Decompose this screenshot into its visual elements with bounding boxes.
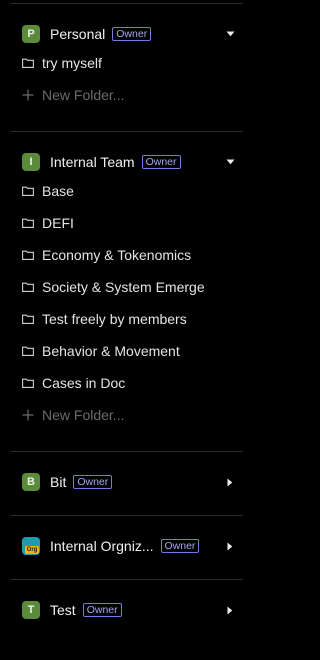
folder-label: Behavior & Movement — [42, 343, 180, 359]
folder-item[interactable]: Economy & Tokenomics — [0, 239, 263, 271]
plus-icon — [22, 89, 34, 101]
workspace-name: Internal Orgniz... — [50, 538, 154, 554]
caret-right-icon[interactable] — [225, 605, 235, 615]
org-tag: Org — [25, 546, 39, 554]
folder-item[interactable]: Society & System Emerge — [0, 271, 263, 303]
section-divider — [10, 451, 243, 452]
folder-icon — [22, 58, 34, 68]
folder-icon — [22, 346, 34, 356]
folder-icon — [22, 378, 34, 388]
plus-icon — [22, 409, 34, 421]
new-folder-label: New Folder... — [42, 87, 125, 103]
new-folder-button[interactable]: New Folder... — [0, 399, 263, 431]
workspace-header-bit[interactable]: B Bit Owner — [0, 469, 263, 495]
workspace-avatar: P — [22, 25, 40, 43]
folder-icon — [22, 282, 34, 292]
folder-item[interactable]: Base — [0, 175, 263, 207]
owner-badge: Owner — [73, 475, 113, 489]
section-divider — [10, 131, 243, 132]
workspace-header-test[interactable]: T Test Owner — [0, 597, 263, 623]
workspace-internal-team: I Internal Team Owner Base DEFI Economy … — [0, 149, 263, 431]
workspace-avatar: T — [22, 601, 40, 619]
folder-label: Test freely by members — [42, 311, 187, 327]
owner-badge: Owner — [160, 539, 200, 553]
folder-label: Cases in Doc — [42, 375, 126, 391]
org-logo-icon: Org — [22, 537, 40, 555]
workspace-bit: B Bit Owner — [0, 469, 263, 495]
section-divider — [10, 515, 243, 516]
folder-label: try myself — [42, 55, 102, 71]
folder-label: Economy & Tokenomics — [42, 247, 192, 263]
section-divider — [10, 579, 243, 580]
workspace-personal: P Personal Owner try myself New Folder..… — [0, 21, 263, 111]
workspace-avatar: B — [22, 473, 40, 491]
folder-item[interactable]: try myself — [0, 47, 263, 79]
workspace-avatar: I — [22, 153, 40, 171]
folder-icon — [22, 186, 34, 196]
folder-item[interactable]: Test freely by members — [0, 303, 263, 335]
folder-icon — [22, 314, 34, 324]
owner-badge: Owner — [82, 603, 122, 617]
workspace-name: Bit — [50, 474, 67, 490]
folder-icon — [22, 250, 34, 260]
owner-badge: Owner — [141, 155, 181, 169]
caret-right-icon[interactable] — [225, 477, 235, 487]
caret-down-icon[interactable] — [225, 29, 235, 39]
workspace-name: Internal Team — [50, 154, 135, 170]
workspace-header-internal-team[interactable]: I Internal Team Owner — [0, 149, 263, 175]
workspace-name: Personal — [50, 26, 106, 42]
new-folder-button[interactable]: New Folder... — [0, 79, 263, 111]
workspace-name: Test — [50, 602, 76, 618]
workspace-header-internal-organization[interactable]: Org Internal Orgniz... Owner — [0, 533, 263, 559]
folder-label: Society & System Emerge — [42, 279, 205, 295]
workspace-header-personal[interactable]: P Personal Owner — [0, 21, 263, 47]
caret-right-icon[interactable] — [225, 541, 235, 551]
new-folder-label: New Folder... — [42, 407, 125, 423]
top-divider — [10, 3, 243, 4]
folder-icon — [22, 218, 34, 228]
caret-down-icon[interactable] — [225, 157, 235, 167]
folder-label: Base — [42, 183, 74, 199]
folder-item[interactable]: Cases in Doc — [0, 367, 263, 399]
folder-label: DEFI — [42, 215, 74, 231]
workspace-internal-organization: Org Internal Orgniz... Owner — [0, 533, 263, 559]
workspace-test: T Test Owner — [0, 597, 263, 623]
folder-item[interactable]: Behavior & Movement — [0, 335, 263, 367]
folder-item[interactable]: DEFI — [0, 207, 263, 239]
owner-badge: Owner — [112, 27, 152, 41]
